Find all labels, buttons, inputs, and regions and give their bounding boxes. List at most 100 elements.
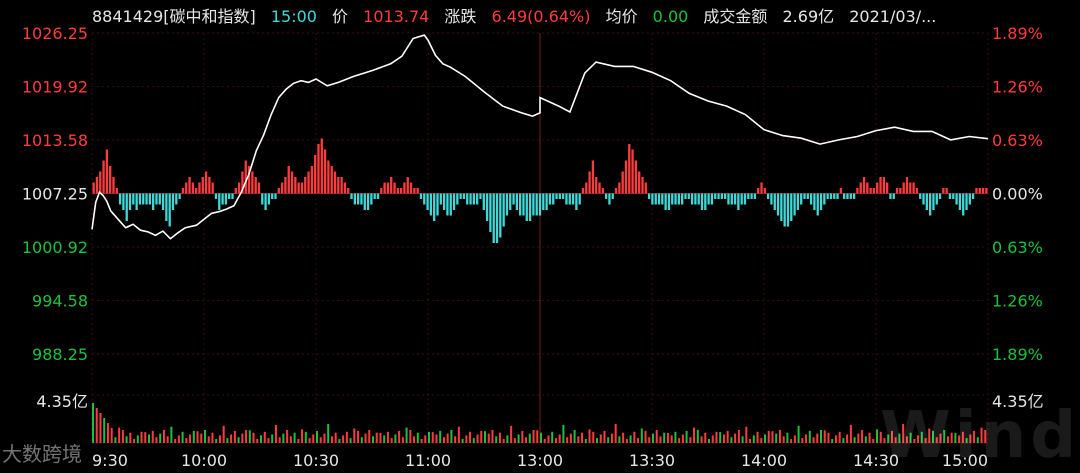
strength-bar	[674, 193, 677, 205]
volume-bar	[401, 437, 404, 443]
strength-bar	[786, 193, 790, 227]
brand-logo: 大数跨境	[2, 442, 82, 466]
strength-bar	[925, 193, 928, 210]
strength-bar	[843, 193, 846, 199]
strength-bar	[128, 193, 132, 210]
strength-bar	[287, 166, 290, 194]
strength-bar	[836, 193, 839, 199]
volume-bar	[566, 437, 569, 443]
strength-bar	[882, 177, 886, 194]
strength-bar	[519, 193, 522, 216]
volume-bar	[368, 430, 371, 443]
strength-bar	[978, 188, 981, 194]
strength-bar	[869, 188, 872, 194]
strength-bar	[132, 193, 135, 205]
x-tick-label: 10:30	[293, 451, 339, 470]
strength-bar	[280, 182, 284, 194]
volume-bar	[775, 433, 778, 443]
volume-bar	[588, 429, 591, 443]
strength-bar	[684, 193, 687, 199]
volume-bar	[805, 434, 808, 443]
strength-bar	[102, 160, 105, 194]
volume-bar	[263, 431, 266, 443]
strength-bar	[730, 193, 733, 205]
volume-bar	[327, 424, 330, 443]
volume-bar	[189, 434, 192, 443]
volume-bar	[323, 433, 326, 443]
volume-bar	[715, 431, 718, 443]
y-tick-label-right: 0.00%	[992, 185, 1043, 204]
strength-bar	[257, 182, 261, 194]
strength-bar	[462, 193, 466, 199]
volume-bar	[226, 438, 229, 443]
volume-bar	[177, 435, 180, 443]
strength-bar	[376, 193, 380, 199]
volume-bar	[741, 436, 744, 443]
strength-bar	[363, 193, 366, 210]
volume-bar	[648, 437, 651, 443]
volume-bar	[622, 432, 625, 443]
strength-bar	[105, 149, 109, 194]
volume-bar	[670, 435, 673, 443]
volume-bar	[484, 431, 486, 443]
volume-bar	[166, 436, 169, 443]
y-tick-label-right: 1.89%	[992, 345, 1043, 364]
strength-bar	[380, 188, 383, 194]
volume-bar	[629, 435, 632, 443]
volume-bar	[790, 439, 793, 443]
strength-bar	[436, 193, 439, 216]
volume-bar	[610, 433, 613, 443]
strength-bar	[889, 193, 892, 199]
volume-bar	[666, 433, 669, 443]
x-tick-label: 10:00	[181, 451, 227, 470]
strength-bar	[307, 171, 310, 194]
strength-bar	[915, 188, 919, 194]
volume-bar	[342, 435, 345, 443]
strength-bar	[145, 193, 148, 205]
volume-bar	[730, 437, 733, 443]
strength-bar	[661, 193, 664, 205]
strength-bar	[723, 193, 727, 199]
strength-bar	[634, 160, 638, 194]
y-tick-label-right: 0.63%	[992, 131, 1043, 150]
x-tick-label: 14:00	[741, 451, 787, 470]
volume-bar	[502, 439, 505, 443]
strength-bar	[161, 193, 165, 210]
volume-bar	[756, 431, 759, 443]
volume-bar	[711, 435, 714, 443]
strength-bar	[743, 193, 747, 205]
y-tick-label-right: 0.63%	[992, 238, 1043, 257]
volume-bar	[442, 437, 445, 443]
strength-bar	[905, 177, 909, 194]
strength-bar	[446, 193, 449, 216]
volume-bar	[872, 439, 875, 443]
volume-bar	[420, 439, 423, 443]
strength-bar	[760, 182, 763, 194]
strength-bar	[495, 193, 499, 243]
volume-bar	[480, 430, 483, 443]
strength-bar	[611, 193, 614, 199]
strength-bar	[776, 193, 780, 216]
strength-bar	[152, 193, 155, 210]
y-tick-label-right: 1.89%	[992, 24, 1043, 43]
strength-bar	[300, 182, 304, 194]
strength-bar	[657, 193, 661, 205]
volume-bar	[92, 403, 94, 443]
strength-bar	[965, 193, 968, 210]
strength-bar	[423, 193, 426, 205]
strength-bar	[175, 193, 178, 205]
strength-bar	[449, 193, 452, 216]
volume-bar	[853, 437, 856, 443]
strength-bar	[386, 182, 390, 194]
strength-bar	[618, 182, 621, 194]
strength-bar	[505, 193, 509, 216]
volume-bar	[726, 430, 729, 443]
volume-bar	[155, 437, 158, 443]
volume-bar	[192, 430, 195, 443]
strength-bar	[733, 193, 737, 205]
strength-bar	[456, 193, 459, 205]
volume-bar	[760, 438, 763, 443]
strength-bar	[522, 193, 525, 216]
strength-bar	[773, 193, 776, 210]
volume-bar	[439, 430, 442, 443]
